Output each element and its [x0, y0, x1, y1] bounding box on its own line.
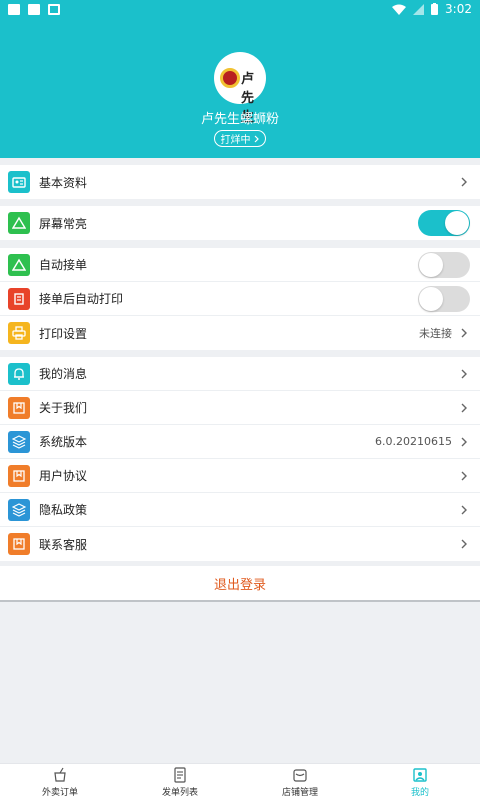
group-info: 我的消息 关于我们 系统版本 6.0.20210615 用户协议 隐私政策 联系…	[0, 357, 480, 561]
row-user-agreement[interactable]: 用户协议	[0, 459, 480, 493]
group-screen: 屏幕常亮	[0, 206, 480, 240]
row-label: 基本资料	[39, 175, 88, 190]
image-notification-icon	[8, 3, 20, 15]
group-orders: 自动接单 接单后自动打印 打印设置 未连接	[0, 248, 480, 350]
row-label: 打印设置	[39, 326, 88, 341]
tab-dispatch-list[interactable]: 发单列表	[120, 764, 240, 800]
tab-label: 外卖订单	[41, 787, 78, 798]
store-icon	[293, 768, 307, 782]
layers-icon	[8, 430, 30, 453]
screen-on-toggle[interactable]	[418, 210, 470, 236]
tab-takeout-orders[interactable]: 外卖订单	[0, 764, 120, 800]
takeout-icon	[54, 767, 66, 782]
version-number: 6.0.20210615	[375, 435, 452, 448]
chevron-right-icon	[461, 437, 467, 446]
row-label: 联系客服	[39, 537, 88, 552]
row-about-us[interactable]: 关于我们	[0, 391, 480, 425]
profile-icon	[413, 767, 427, 782]
profile-card-icon	[8, 171, 30, 193]
toggle-knob	[419, 252, 443, 277]
group-profile: 基本资料	[0, 165, 480, 199]
chevron-right-icon	[461, 403, 467, 412]
tab-store-management[interactable]: 店铺管理	[240, 764, 360, 800]
row-system-version[interactable]: 系统版本 6.0.20210615	[0, 425, 480, 459]
chevron-right-icon	[461, 369, 467, 378]
chevron-right-icon	[461, 328, 467, 338]
status-time: 3:02	[445, 2, 472, 16]
row-label: 接单后自动打印	[39, 292, 124, 306]
printer-status: 未连接	[419, 327, 452, 340]
divider	[0, 600, 480, 602]
signal-icon	[413, 3, 425, 15]
noodle-bowl-icon	[220, 68, 240, 88]
toggle-knob	[445, 211, 469, 235]
row-label: 屏幕常亮	[39, 216, 88, 231]
row-label: 自动接单	[39, 258, 88, 272]
row-screen-on[interactable]: 屏幕常亮	[0, 206, 480, 240]
chevron-right-icon	[461, 505, 467, 514]
bell-icon	[8, 362, 30, 385]
shop-status-label: 打烊中	[220, 135, 251, 146]
row-print-settings[interactable]: 打印设置 未连接	[0, 316, 480, 350]
row-label: 隐私政策	[39, 503, 88, 517]
bookmark-icon	[8, 396, 30, 419]
bookmark-icon	[8, 464, 30, 487]
tab-mine[interactable]: 我的	[360, 764, 480, 800]
list-icon	[174, 766, 186, 783]
layers-icon	[8, 498, 30, 521]
square-notification-icon	[28, 3, 40, 15]
logout-button[interactable]: 退出登录	[0, 566, 480, 600]
toggle-knob	[419, 286, 443, 311]
chevron-right-icon	[254, 135, 259, 142]
bookmark-icon	[8, 533, 30, 555]
row-basic-info[interactable]: 基本资料	[0, 165, 480, 199]
row-messages[interactable]: 我的消息	[0, 357, 480, 391]
triangle-icon	[8, 253, 30, 276]
row-customer-service[interactable]: 联系客服	[0, 527, 480, 561]
bottom-tab-bar: 外卖订单 发单列表 店铺管理 我的	[0, 763, 480, 800]
row-label: 我的消息	[39, 367, 88, 381]
shop-status-button[interactable]: 打烊中	[214, 130, 266, 147]
auto-accept-toggle[interactable]	[418, 251, 470, 278]
wifi-icon	[392, 4, 407, 15]
shop-name: 卢先生螺蛳粉	[200, 112, 279, 127]
tab-label: 店铺管理	[281, 787, 318, 798]
row-label: 关于我们	[39, 401, 88, 415]
row-label: 系统版本	[39, 435, 88, 449]
profile-header: 卢先生 卢先生螺蛳粉 打烊中	[0, 18, 480, 158]
tab-label: 我的	[410, 787, 429, 798]
status-bar: 3:02	[0, 0, 480, 18]
tab-label: 发单列表	[161, 787, 198, 798]
auto-print-toggle[interactable]	[418, 285, 470, 312]
chevron-right-icon	[461, 539, 467, 549]
chevron-right-icon	[461, 177, 467, 187]
triangle-icon	[8, 212, 30, 234]
shop-logo[interactable]: 卢先生	[214, 52, 266, 125]
receipt-icon	[8, 287, 30, 310]
chevron-right-icon	[461, 471, 467, 480]
printer-icon	[8, 322, 30, 344]
row-auto-print[interactable]: 接单后自动打印	[0, 282, 480, 316]
battery-icon	[431, 3, 439, 15]
row-privacy-policy[interactable]: 隐私政策	[0, 493, 480, 527]
row-auto-accept[interactable]: 自动接单	[0, 248, 480, 282]
row-label: 用户协议	[39, 469, 88, 483]
photo-notification-icon	[48, 3, 60, 15]
